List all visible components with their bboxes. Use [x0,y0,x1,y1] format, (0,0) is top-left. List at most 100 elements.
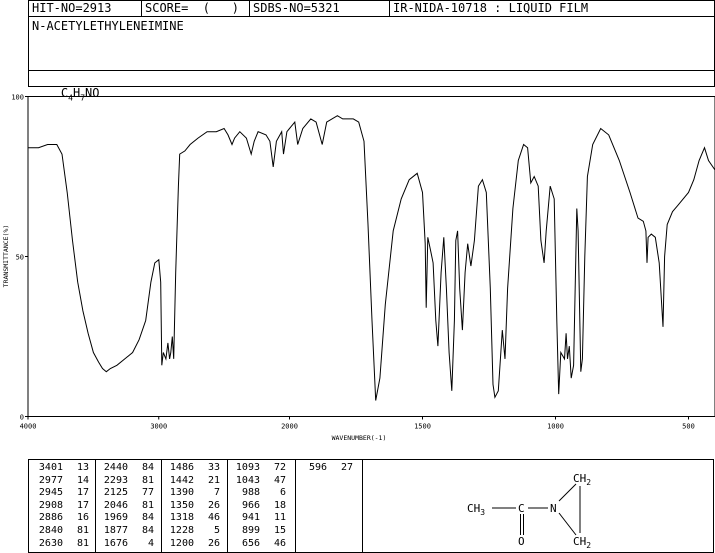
peak-transmittance: 14 [76,474,89,486]
formula-box: C4H7NO [28,70,715,102]
peak-transmittance: 18 [273,499,286,511]
peak-wavenumber: 1877 [103,524,128,536]
peak-row: 1486 33 [160,462,220,475]
peak-row: 899 15 [226,525,286,538]
peak-row: 2977 14 [29,475,89,488]
peak-row: 2886 16 [29,512,89,525]
peak-row: 941 11 [226,512,286,525]
peak-transmittance: 13 [76,462,89,473]
peak-transmittance: 7 [213,487,220,499]
peak-transmittance: 46 [273,537,286,549]
peak-row: 1228 5 [160,525,220,538]
score-field: SCORE= ( ) [141,0,250,17]
peak-row: 1676 4 [94,538,154,551]
y-tick-label: 0 [20,414,24,422]
bond-n-ch2-top [558,483,577,502]
sdbs-no-field: SDBS-NO=5321 [249,0,390,17]
peak-transmittance: 21 [207,474,220,486]
ch2-bottom-label: CH2 [573,535,591,550]
peak-transmittance: 47 [273,474,286,486]
y-axis-label: TRANSMITTANCE(%) [2,225,10,288]
spectrum-line [28,115,715,401]
peak-row: 988 6 [226,487,286,500]
peak-transmittance: 16 [76,512,89,524]
peak-row: 3401 13 [29,462,89,475]
peak-wavenumber: 1043 [235,474,260,486]
peak-transmittance: 15 [273,524,286,536]
peak-row: 1390 7 [160,487,220,500]
x-tick-label: 2000 [281,423,298,431]
carbonyl-carbon-label: C [518,502,525,515]
peak-transmittance: 26 [207,499,220,511]
peak-row: 2046 81 [94,500,154,513]
peak-column: 2440 84 2293 81 2125 77 2046 81 1969 84 1877 84 1676… [94,462,154,550]
peak-wavenumber: 656 [241,537,260,549]
peak-wavenumber: 2977 [38,474,63,486]
y-tick-label: 100 [11,94,24,102]
peak-wavenumber: 1969 [103,512,128,524]
x-tick-label: 3000 [150,423,167,431]
peak-transmittance: 77 [141,487,154,499]
peak-row: 966 18 [226,500,286,513]
peak-row: 2840 81 [29,525,89,538]
peak-wavenumber: 596 [308,462,327,473]
y-tick-label: 50 [16,254,24,262]
peak-row: 2440 84 [94,462,154,475]
peak-transmittance: 6 [279,487,286,499]
peak-row: 2630 81 [29,538,89,551]
x-tick-label: 1500 [414,423,431,431]
peak-row: 1093 72 [226,462,286,475]
peak-row: 1200 26 [160,538,220,551]
peak-wavenumber: 2886 [38,512,63,524]
peak-column: 3401 13 2977 14 2945 17 2908 17 2886 16 2840 81 2630… [29,462,89,550]
peak-row: 2945 17 [29,487,89,500]
peak-column: 596 27 [293,462,353,475]
peak-row: 1318 46 [160,512,220,525]
peak-row: 2908 17 [29,500,89,513]
peak-wavenumber: 1350 [169,499,194,511]
peak-transmittance: 4 [147,537,154,549]
peak-wavenumber: 1318 [169,512,194,524]
ir-info-field: IR-NIDA-10718 : LIQUID FILM [389,0,715,17]
peak-row: 2125 77 [94,487,154,500]
peak-transmittance: 81 [76,524,89,536]
compound-name: N-ACETYLETHYLENEIMINE [32,19,184,33]
x-tick-label: 1000 [547,423,564,431]
peak-wavenumber: 2840 [38,524,63,536]
peak-row: 1442 21 [160,475,220,488]
peak-transmittance: 27 [340,462,353,473]
peak-column: 1093 72 1043 47 988 6 966 18 941 11 899 15 656 46 [226,462,286,550]
peak-wavenumber: 2630 [38,537,63,549]
peak-row: 1969 84 [94,512,154,525]
ch3-label: CH3 [467,502,485,517]
x-axis-label: WAVENUMBER(-1) [332,434,387,442]
peak-transmittance: 17 [76,499,89,511]
plot-frame [27,96,715,417]
peak-wavenumber: 899 [241,524,260,536]
peak-wavenumber: 941 [241,512,260,524]
peak-row: 2293 81 [94,475,154,488]
peak-transmittance: 46 [207,512,220,524]
peak-wavenumber: 1390 [169,487,194,499]
ir-spectrum-chart: 100500 4000 3000 2000 1500 1000 500 WAVENUMBE… [2,94,715,442]
peak-wavenumber: 988 [241,487,260,499]
peak-transmittance: 26 [207,537,220,549]
nitrogen-label: N [550,502,557,515]
peak-row: 1350 26 [160,500,220,513]
peak-wavenumber: 2046 [103,499,128,511]
structure-diagram: CH3 C O N CH2 CH2 [467,472,591,550]
peak-wavenumber: 2293 [103,474,128,486]
peak-transmittance: 84 [141,462,154,473]
oxygen-label: O [518,535,525,548]
peak-wavenumber: 1486 [169,462,194,473]
x-tick-label: 500 [682,423,695,431]
peak-transmittance: 81 [76,537,89,549]
peak-transmittance: 11 [273,512,286,524]
hit-no-field: HIT-NO=2913 [28,0,142,17]
peak-wavenumber: 2440 [103,462,128,473]
peak-wavenumber: 1228 [169,524,194,536]
compound-name-box: N-ACETYLETHYLENEIMINE [28,16,715,71]
peak-column: 1486 33 1442 21 1390 7 1350 26 1318 46 1228 5 1200 26 [160,462,220,550]
x-tick-label: 4000 [20,423,37,431]
peak-wavenumber: 1442 [169,474,194,486]
